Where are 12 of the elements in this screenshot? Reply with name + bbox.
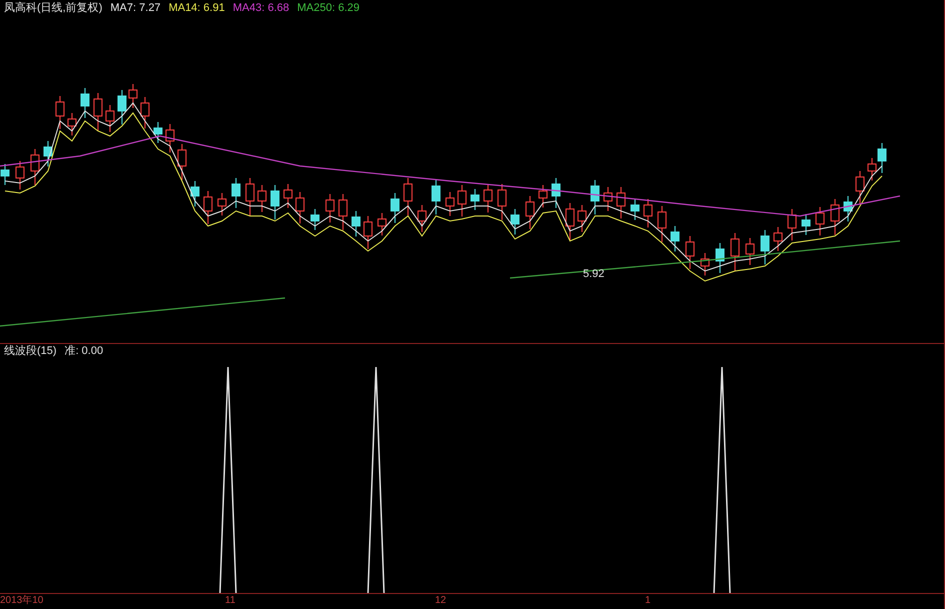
axis-label: 2013年10 xyxy=(0,594,44,608)
axis-label: 12 xyxy=(435,594,448,608)
moving-average-reading: MA250: 6.29 xyxy=(297,0,360,16)
moving-average-reading: MA43: 6.68 xyxy=(232,0,290,16)
moving-average-reading: MA7: 7.27 xyxy=(110,0,161,16)
axis-label: 1 xyxy=(645,594,652,608)
chart-title: 凤高科(日线,前复权) xyxy=(4,0,102,16)
indicator-reading: 准: 0.00 xyxy=(64,344,104,360)
low-price-label: 5.92 xyxy=(583,267,604,282)
moving-average-reading: MA14: 6.91 xyxy=(168,0,225,16)
indicator-title: 线波段(15) xyxy=(4,344,57,360)
axis-label: 11 xyxy=(225,594,236,608)
